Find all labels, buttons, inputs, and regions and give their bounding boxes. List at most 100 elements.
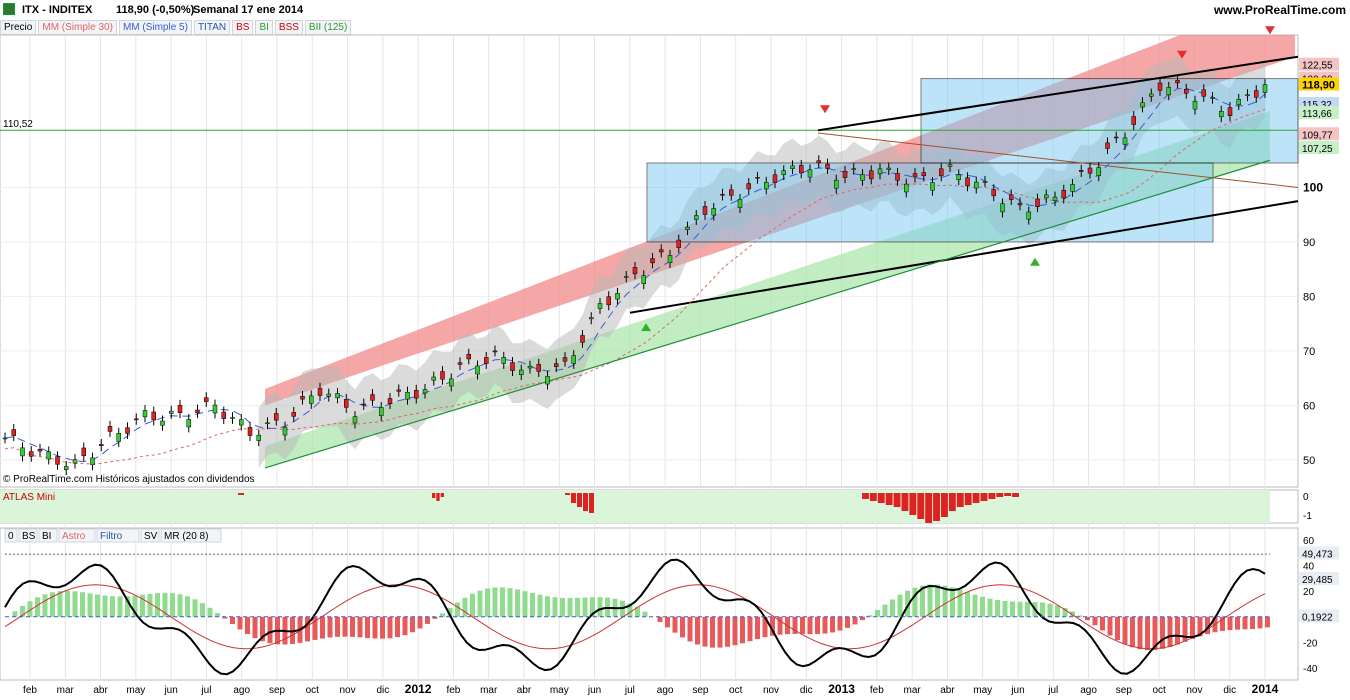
- osc-histogram-bar: [155, 593, 160, 617]
- atlas-bar: [980, 493, 988, 501]
- candle-body: [1166, 87, 1171, 96]
- candle-body: [239, 419, 244, 426]
- candle-body: [64, 466, 69, 470]
- osc-histogram-bar: [552, 597, 558, 617]
- candle-body: [1236, 99, 1241, 105]
- atlas-title: ATLAS Mini: [3, 492, 55, 503]
- candle-body: [851, 168, 856, 170]
- candle-body: [720, 193, 725, 196]
- x-tick-label: jun: [1010, 685, 1024, 696]
- candle-body: [737, 199, 743, 208]
- x-tick-label: ago: [1080, 685, 1097, 696]
- candle-body: [309, 395, 314, 404]
- atlas-bar: [577, 493, 582, 507]
- candle-body: [99, 444, 104, 447]
- osc-histogram-bar: [477, 590, 483, 617]
- candle-body: [1070, 184, 1075, 192]
- atlas-bar: [893, 493, 901, 507]
- osc-histogram-bar: [1145, 616, 1150, 651]
- atlas-y-label: 0: [1303, 492, 1309, 503]
- candle-body: [212, 404, 218, 414]
- candle-body: [606, 296, 611, 306]
- candle-body: [554, 363, 559, 367]
- osc-histogram-bar: [372, 616, 378, 639]
- candle-body: [1149, 93, 1154, 97]
- candle-body: [991, 189, 996, 197]
- candle-body: [982, 181, 988, 183]
- candle-body: [974, 181, 979, 189]
- candle-body: [247, 427, 253, 436]
- candle-body: [834, 179, 839, 189]
- candle-body: [396, 389, 401, 392]
- x-tick-label: nov: [340, 685, 356, 696]
- candle-body: [1052, 196, 1058, 201]
- candle-body: [1079, 170, 1084, 172]
- x-tick-label: abr: [940, 685, 955, 696]
- candle-body: [921, 172, 926, 177]
- osc-histogram-bar: [657, 616, 663, 622]
- candle-body: [571, 355, 576, 364]
- atlas-bar: [925, 493, 933, 523]
- price-tag-label: 107,25: [1302, 144, 1333, 155]
- osc-histogram-bar: [402, 616, 408, 636]
- candle-body: [650, 258, 655, 264]
- atlas-bar: [941, 493, 948, 517]
- candle-body: [597, 303, 603, 309]
- candle-body: [729, 189, 734, 196]
- osc-histogram-bar: [800, 616, 805, 635]
- range-box: [920, 78, 1299, 164]
- osc-histogram-bar: [702, 616, 708, 647]
- osc-histogram-bar: [1115, 616, 1120, 641]
- candle-body: [125, 427, 130, 434]
- candle-body: [440, 371, 445, 380]
- sell-arrow-icon: [1265, 26, 1275, 35]
- candle-body: [344, 399, 349, 408]
- osc-histogram-bar: [980, 596, 985, 617]
- candle-body: [711, 208, 716, 216]
- osc-histogram-bar: [365, 616, 370, 638]
- candle-body: [1219, 111, 1224, 118]
- osc-tag-label: Astro: [62, 531, 86, 542]
- osc-histogram-bar: [830, 616, 835, 633]
- osc-histogram-bar: [462, 597, 468, 617]
- candle-body: [274, 413, 279, 421]
- candle-body: [755, 177, 760, 179]
- candle-body: [20, 447, 25, 457]
- price-tag-label: 113,66: [1302, 109, 1332, 120]
- candle-body: [475, 365, 480, 375]
- x-tick-label: jun: [163, 685, 177, 696]
- osc-histogram-bar: [57, 591, 63, 617]
- osc-y-label: 20: [1303, 587, 1315, 598]
- osc-histogram-bar: [207, 607, 213, 617]
- osc-histogram-bar: [845, 616, 850, 628]
- osc-histogram-bar: [200, 603, 205, 617]
- candle-body: [317, 387, 323, 396]
- osc-histogram-bar: [245, 616, 250, 635]
- osc-histogram-bar: [230, 616, 235, 625]
- osc-tag-label: BS: [22, 531, 36, 542]
- x-tick-label: ago: [233, 685, 250, 696]
- candle-body: [1000, 203, 1005, 213]
- atlas-bg: [0, 490, 1270, 523]
- osc-histogram-bar: [1137, 616, 1143, 650]
- osc-tag-label: BI: [42, 531, 51, 542]
- osc-histogram-bar: [387, 616, 393, 639]
- osc-tag-label: 0: [8, 531, 14, 542]
- candle-body: [265, 422, 270, 424]
- candle-body: [204, 397, 209, 402]
- candle-body: [615, 293, 620, 300]
- osc-tag-label: Filtro: [100, 531, 123, 542]
- x-tick-label: oct: [306, 685, 320, 696]
- osc-histogram-bar: [710, 616, 715, 648]
- candle-body: [1262, 84, 1268, 93]
- x-tick-label: nov: [763, 685, 779, 696]
- x-tick-label: ago: [657, 685, 674, 696]
- watermark: © ProRealTime.com Históricos ajustados c…: [3, 474, 255, 485]
- osc-histogram-bar: [1250, 616, 1255, 629]
- atlas-bar: [436, 493, 440, 501]
- candle-body: [781, 170, 786, 175]
- osc-histogram-bar: [215, 613, 220, 617]
- candle-body: [799, 165, 804, 174]
- osc-histogram-bar: [822, 616, 828, 634]
- price-chart-svg: feb mar abr may jun jul ago sep oct nov dic 2012 feb…: [0, 26, 1339, 696]
